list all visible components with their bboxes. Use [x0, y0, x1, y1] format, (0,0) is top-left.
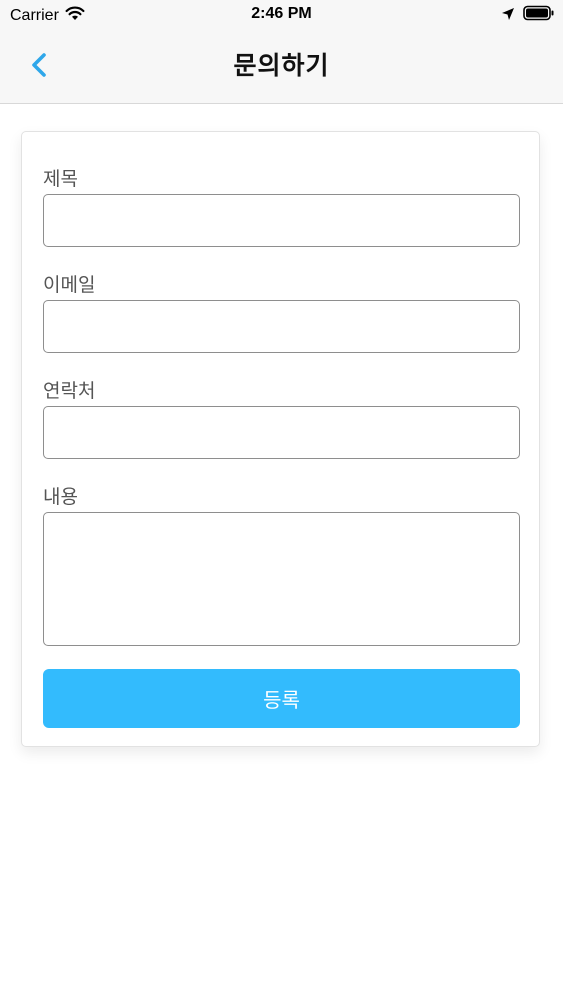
- title-input[interactable]: [43, 194, 520, 247]
- content-field-label: 내용: [43, 486, 78, 508]
- status-time: 2:46 PM: [251, 5, 312, 22]
- location-arrow-icon: [501, 6, 515, 25]
- title-field-label: 제목: [43, 168, 78, 190]
- email-input[interactable]: [43, 300, 520, 353]
- inquiry-form: 제목 이메일 연락처 내용 등록: [21, 131, 540, 747]
- submit-button[interactable]: 등록: [43, 669, 520, 728]
- contact-input[interactable]: [43, 406, 520, 459]
- email-field-label: 이메일: [43, 274, 96, 296]
- page-title: 문의하기: [233, 51, 330, 80]
- status-right: [501, 5, 555, 25]
- status-bar: Carrier 2:46 PM: [0, 0, 563, 30]
- battery-icon: [523, 5, 555, 25]
- contact-field-label: 연락처: [43, 380, 96, 402]
- navigation-bar: 문의하기: [0, 30, 563, 104]
- content-textarea[interactable]: [43, 512, 520, 646]
